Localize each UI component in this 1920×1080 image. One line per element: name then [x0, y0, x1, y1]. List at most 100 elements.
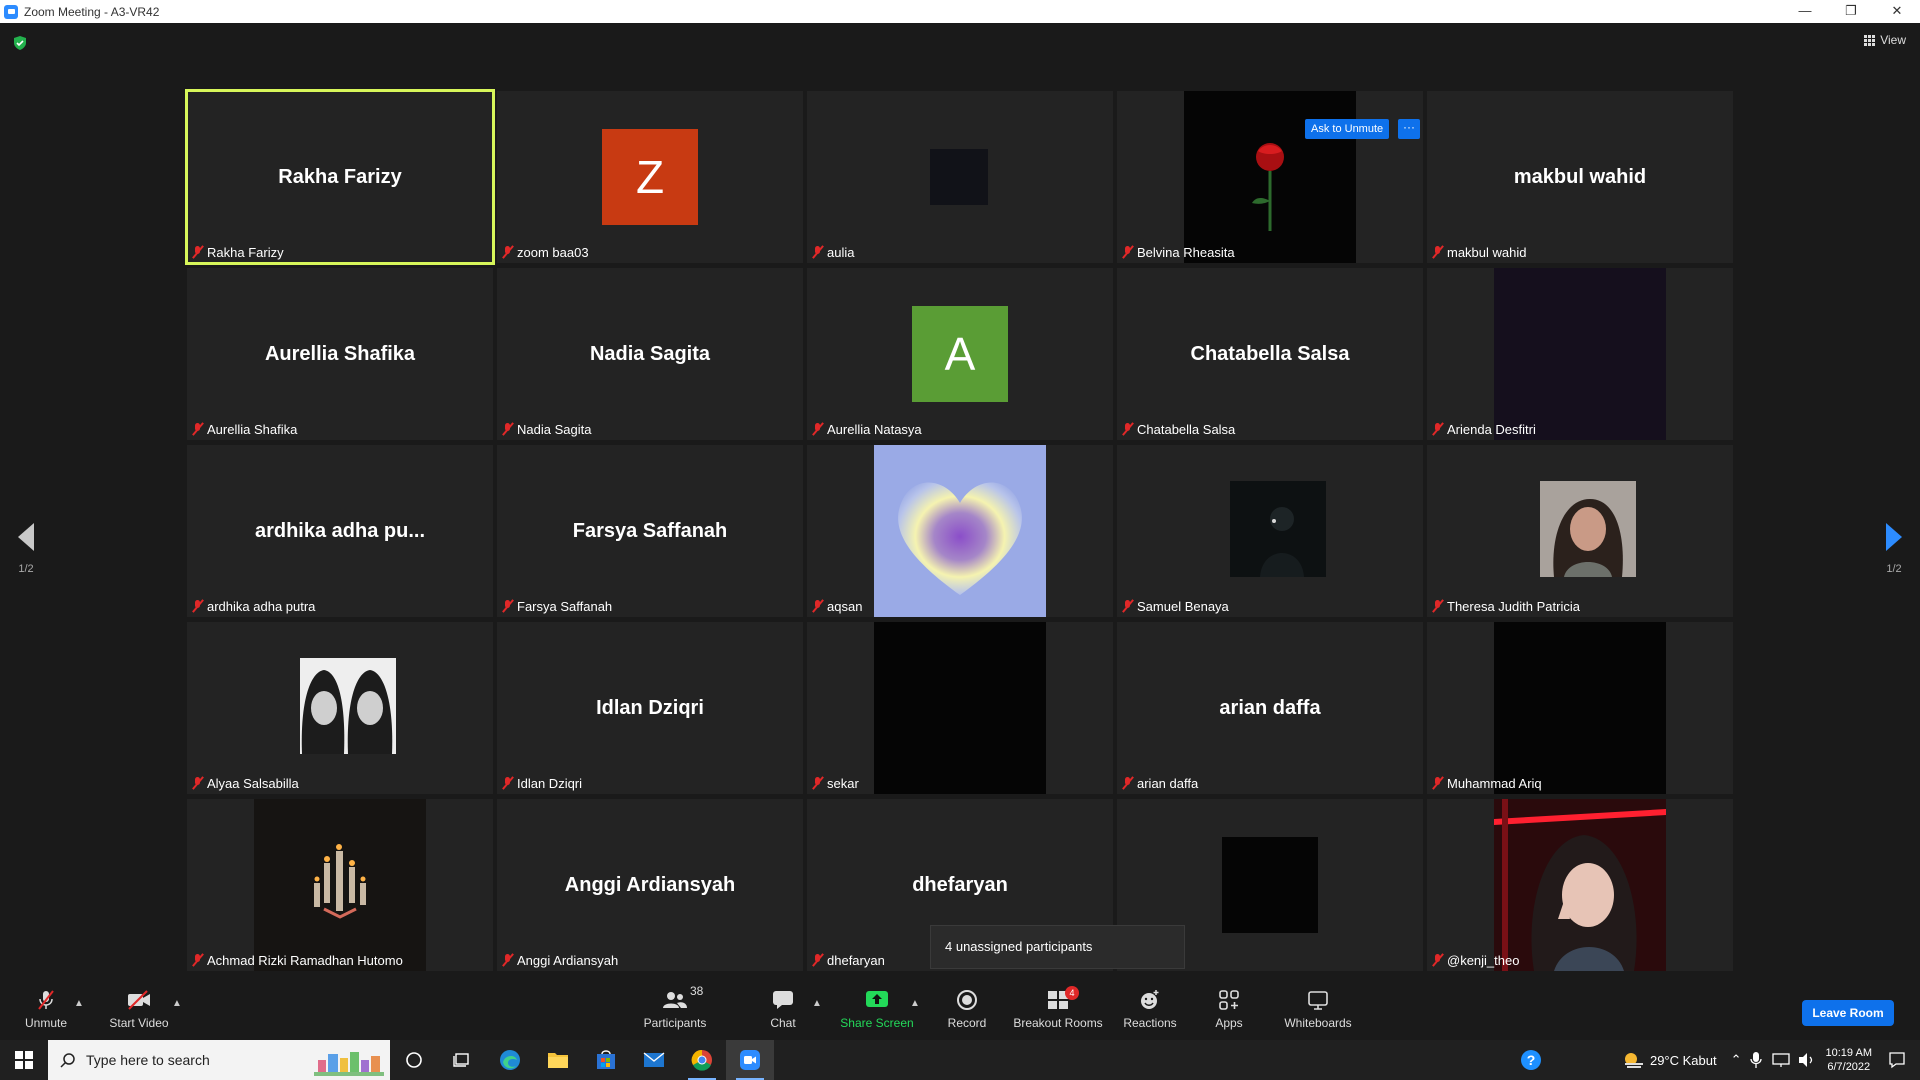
participant-display-name: Aurellia Shafika: [264, 342, 416, 365]
participants-button[interactable]: 38 Participants: [640, 980, 710, 1040]
taskbar-file-explorer-button[interactable]: [534, 1040, 582, 1080]
taskbar-clock[interactable]: 10:19 AM 6/7/2022: [1826, 1046, 1872, 1074]
participant-video: [254, 799, 426, 971]
participant-name-label: @kenji_theo: [1431, 951, 1519, 969]
participant-name: sekar: [827, 775, 859, 791]
participant-tile[interactable]: makbul wahid makbul wahid: [1427, 91, 1733, 263]
breakout-rooms-label: Breakout Rooms: [1013, 1016, 1103, 1030]
share-options-caret-icon[interactable]: ▲: [910, 998, 920, 1009]
participant-tile[interactable]: Aurellia Shafika Aurellia Shafika: [187, 268, 493, 440]
taskbar-chrome-button[interactable]: [678, 1040, 726, 1080]
participant-tile[interactable]: Anggi Ardiansyah Anggi Ardiansyah: [497, 799, 803, 971]
mic-muted-icon: [191, 422, 204, 436]
ask-to-unmute-button[interactable]: Ask to Unmute: [1305, 119, 1390, 139]
participants-icon: 38: [662, 984, 703, 1010]
participant-name-label: Nadia Sagita: [501, 420, 591, 438]
minimize-button[interactable]: —: [1782, 0, 1828, 23]
previous-page-button[interactable]: 1/2: [18, 523, 34, 575]
participant-tile[interactable]: A Aurellia Natasya: [807, 268, 1113, 440]
reactions-button[interactable]: Reactions: [1120, 980, 1180, 1040]
leave-room-button[interactable]: Leave Room: [1802, 1000, 1894, 1026]
system-tray: ? 29°C Kabut ⌃ 10:19 AM 6/7/2022: [1520, 1040, 1920, 1080]
participant-tile[interactable]: arian daffa arian daffa: [1117, 622, 1423, 794]
participant-tile[interactable]: Rakha Farizy Rakha Farizy: [185, 89, 495, 265]
whiteboards-button[interactable]: Whiteboards: [1280, 980, 1356, 1040]
participant-display-name: Farsya Saffanah: [572, 519, 728, 542]
participant-display-name: Idlan Dziqri: [596, 696, 704, 719]
participant-tile[interactable]: Theresa Judith Patricia: [1427, 445, 1733, 617]
chat-icon: [772, 990, 794, 1010]
restore-button[interactable]: ❐: [1828, 0, 1874, 23]
video-options-caret-icon[interactable]: ▲: [172, 998, 182, 1009]
task-view-button[interactable]: [438, 1040, 486, 1080]
participant-name: Aurellia Shafika: [207, 421, 298, 437]
apps-button[interactable]: Apps: [1206, 980, 1252, 1040]
participant-tile[interactable]: ardhika adha pu... ardhika adha putra: [187, 445, 493, 617]
participant-name: Aurellia Natasya: [827, 421, 922, 437]
participant-tile[interactable]: aulia: [807, 91, 1113, 263]
participant-tile[interactable]: Nadia Sagita Nadia Sagita: [497, 268, 803, 440]
mic-muted-icon: [501, 776, 514, 790]
participant-video: [254, 622, 426, 794]
start-video-button[interactable]: Start Video: [104, 980, 174, 1040]
window-titlebar: Zoom Meeting - A3-VR42 — ❐ ✕: [0, 0, 1920, 23]
view-button[interactable]: View: [1864, 33, 1906, 47]
share-screen-button[interactable]: Share Screen: [836, 980, 918, 1040]
participant-tile[interactable]: Zzoom baa03: [497, 91, 803, 263]
taskbar-store-button[interactable]: [582, 1040, 630, 1080]
chat-button[interactable]: Chat: [763, 980, 803, 1040]
cortana-button[interactable]: [390, 1040, 438, 1080]
participant-name-label: aulia: [811, 243, 854, 261]
participant-tile[interactable]: aqsan: [807, 445, 1113, 617]
clock-time: 10:19 AM: [1825, 1047, 1872, 1059]
participant-display-name: Chatabella Salsa: [1190, 342, 1350, 365]
participant-tile[interactable]: Arienda Desfitri: [1427, 268, 1733, 440]
participant-name-label: Samuel Benaya: [1121, 597, 1229, 615]
audio-options-caret-icon[interactable]: ▲: [74, 998, 84, 1009]
participant-video: [1494, 622, 1666, 794]
participant-tile[interactable]: Samuel Benaya: [1117, 445, 1423, 617]
speaker-icon[interactable]: [1798, 1052, 1816, 1068]
taskbar-edge-button[interactable]: [486, 1040, 534, 1080]
participant-tile[interactable]: Belvina Rheasita: [1117, 91, 1423, 263]
participant-tile[interactable]: Idlan Dziqri Idlan Dziqri: [497, 622, 803, 794]
chat-options-caret-icon[interactable]: ▲: [812, 998, 822, 1009]
participant-tile[interactable]: Chatabella Salsa Chatabella Salsa: [1117, 268, 1423, 440]
more-options-button[interactable]: ···: [1398, 119, 1420, 139]
encryption-shield-icon[interactable]: [12, 35, 28, 51]
unmute-button[interactable]: Unmute: [22, 980, 70, 1040]
mic-muted-icon: [191, 776, 204, 790]
participant-name-label: Aurellia Shafika: [191, 420, 297, 438]
taskbar-zoom-button[interactable]: [726, 1040, 774, 1080]
next-page-button[interactable]: 1/2: [1886, 523, 1902, 575]
help-icon[interactable]: ?: [1520, 1049, 1542, 1071]
cortana-circle-icon: [406, 1052, 422, 1068]
participant-tile[interactable]: Farsya Saffanah Farsya Saffanah: [497, 445, 803, 617]
notifications-icon[interactable]: [1888, 1051, 1906, 1069]
zoom-app-icon: [4, 4, 18, 19]
participant-display-name: Anggi Ardiansyah: [564, 873, 736, 896]
breakout-rooms-button[interactable]: 4 Breakout Rooms: [1012, 980, 1104, 1040]
participant-tile[interactable]: Muhammad Ariq: [1427, 622, 1733, 794]
participant-tile[interactable]: Achmad Rizki Ramadhan Hutomo: [187, 799, 493, 971]
participants-label: Participants: [643, 1016, 707, 1030]
mic-muted-icon: [191, 953, 204, 967]
participant-tile[interactable]: sekar: [807, 622, 1113, 794]
mail-icon: [643, 1052, 665, 1067]
taskbar-mail-button[interactable]: [630, 1040, 678, 1080]
network-icon[interactable]: [1771, 1052, 1790, 1068]
record-button[interactable]: Record: [942, 980, 992, 1040]
start-button[interactable]: [0, 1040, 48, 1080]
participant-tile[interactable]: @kenji_theo: [1427, 799, 1733, 971]
taskbar-search-box[interactable]: Type here to search: [48, 1040, 390, 1080]
participant-tile[interactable]: Alyaa Salsabilla: [187, 622, 493, 794]
windows-logo-icon: [15, 1051, 33, 1069]
search-icon: [60, 1053, 75, 1068]
show-hidden-icons-icon[interactable]: ⌃: [1731, 1052, 1742, 1068]
mic-muted-icon: [1431, 245, 1444, 259]
close-button[interactable]: ✕: [1874, 0, 1920, 23]
participant-name: @kenji_theo: [1447, 952, 1520, 968]
weather-text[interactable]: 29°C Kabut: [1650, 1053, 1717, 1068]
unassigned-participants-tooltip: 4 unassigned participants: [930, 925, 1185, 969]
arrow-left-icon: [18, 523, 34, 551]
